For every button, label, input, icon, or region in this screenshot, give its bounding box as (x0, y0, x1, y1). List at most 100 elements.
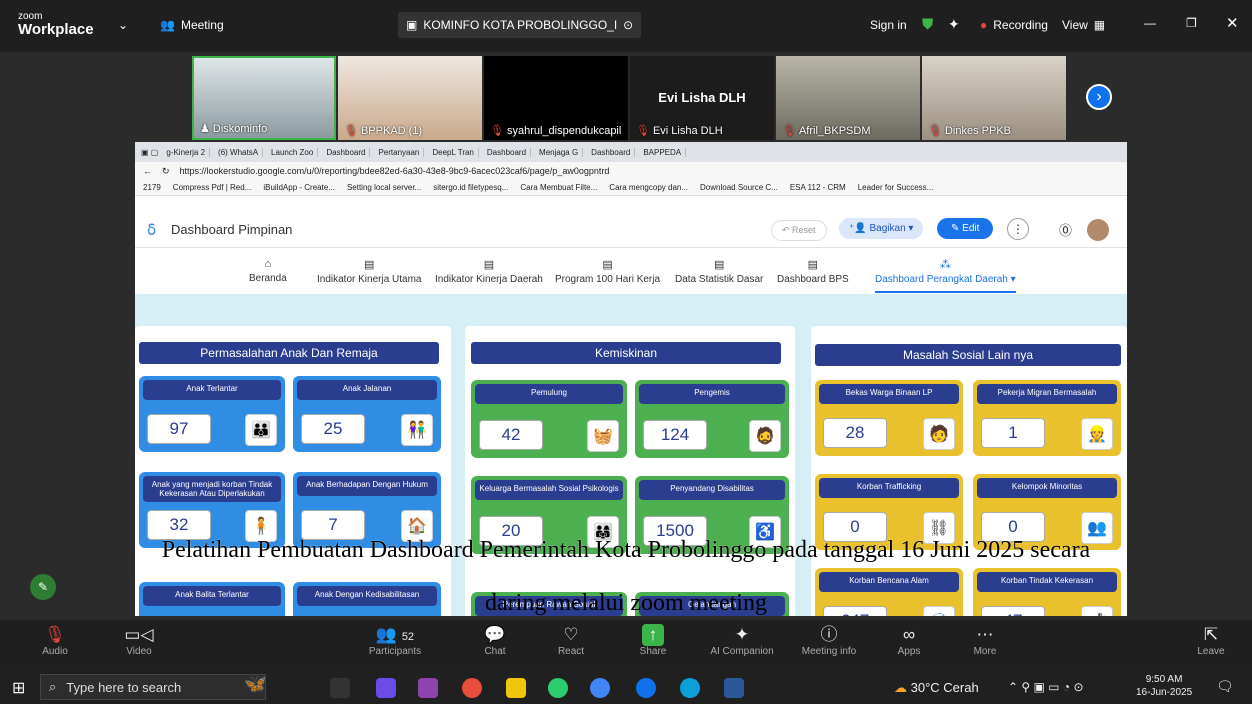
bookmark[interactable]: Setting local server... (347, 183, 421, 192)
leave-button[interactable]: ⇱ Leave (1176, 624, 1246, 657)
nav-perangkat-daerah[interactable]: ⁂ Dashboard Perangkat Daerah ▾ (875, 258, 1016, 293)
browser-tab[interactable]: DeepL Tran (428, 147, 479, 157)
stat-card[interactable]: Pemulung 42 🧺 (471, 380, 627, 458)
audio-button[interactable]: 🎙 Audio (20, 624, 90, 657)
stat-card[interactable]: Pekerja Migran Bermasalah 1 👷 (973, 380, 1121, 456)
zoom-app-icon[interactable] (636, 678, 656, 698)
more-button[interactable]: ⋯ More (950, 624, 1020, 657)
more-icon: ⋯ (976, 625, 994, 644)
stat-card[interactable]: Pengemis 124 🧔 (635, 380, 789, 458)
edit-button[interactable]: ✎ Edit (937, 218, 994, 239)
apps-button[interactable]: ∞ Apps (874, 624, 944, 657)
meeting-info-button[interactable]: ⓘ Meeting info (794, 624, 864, 657)
react-button[interactable]: ♡ React (536, 624, 606, 657)
stat-card[interactable]: Anak Jalanan 25 👫 (293, 376, 441, 452)
stat-card[interactable]: Bekas Warga Binaan LP 28 🧑 (815, 380, 963, 456)
chrome-icon[interactable] (548, 678, 568, 698)
tray-icons[interactable]: ⌃ ⚲ ▣ ▭ ◔ ⊙ (1008, 680, 1084, 694)
chrome-icon[interactable] (590, 678, 610, 698)
shield-icon[interactable]: ⛊ (922, 16, 933, 33)
browser-tab[interactable]: BAPPEDA (639, 147, 687, 157)
chevron-down-icon[interactable]: ⌄ (118, 18, 128, 32)
search-input[interactable]: ⌕ Type here to search (40, 674, 266, 700)
recording-indicator[interactable]: ● Recording (980, 18, 1048, 32)
bookmark[interactable]: Compress Pdf | Red... (173, 183, 252, 192)
video-button[interactable]: ▭◁ Video (104, 624, 174, 657)
reload-icon[interactable]: ↻ (162, 166, 170, 177)
bookmark[interactable]: ESA 112 - CRM (790, 183, 846, 192)
participants-button[interactable]: 👥 52 Participants (360, 624, 430, 657)
share-screen-button[interactable]: ↑ Share (618, 624, 688, 657)
ai-sparkle-icon: ✦ (734, 625, 750, 644)
share-title-pill[interactable]: ▣ KOMINFO KOTA PROBOLINGGO_I ⊙ (398, 12, 642, 38)
stat-card[interactable]: Anak Terlantar 97 👪 (139, 376, 285, 452)
folder-icon[interactable] (506, 678, 526, 698)
app-icon[interactable] (376, 678, 396, 698)
maximize-icon[interactable]: ❐ (1186, 16, 1197, 30)
meeting-menu[interactable]: 👥 Meeting (160, 18, 224, 32)
task-view-icon[interactable] (330, 678, 350, 698)
windows-start-icon[interactable]: ⊞ (12, 678, 25, 698)
share-button[interactable]: ⁺👤 Bagikan ▾ (839, 218, 924, 239)
view-button[interactable]: View ▦ (1062, 18, 1105, 32)
reset-button[interactable]: ↶ Reset (771, 220, 827, 241)
bookmark[interactable]: iBuildApp - Create... (263, 183, 335, 192)
participant-tile[interactable]: 🎙 Dinkes PPKB (922, 56, 1066, 140)
chat-button[interactable]: 💬 Chat (460, 624, 530, 657)
close-icon[interactable]: ✕ (1226, 14, 1239, 32)
mic-muted-icon: 🎙 (44, 625, 66, 644)
bookmark[interactable]: Cara Membuat Filte... (520, 183, 597, 192)
minimize-icon[interactable]: — (1144, 16, 1156, 30)
nav-program-100[interactable]: ▤ Program 100 Hari Kerja (555, 258, 660, 285)
word-icon[interactable] (724, 678, 744, 698)
browser-tab[interactable]: Dashboard (587, 147, 636, 157)
app-icon[interactable] (418, 678, 438, 698)
bookmark[interactable]: Download Source C... (700, 183, 778, 192)
browser-tab[interactable]: g-Kinerja 2 (162, 147, 211, 157)
loading-icon: ⁂ (939, 259, 951, 271)
avatar[interactable] (1087, 219, 1109, 241)
more-options-icon[interactable]: ⊙ (623, 18, 633, 32)
browser-tab[interactable]: Dashboard (483, 147, 532, 157)
participant-name: 🎙 Afril_BKPSDM (782, 124, 871, 138)
sign-in-button[interactable]: Sign in (870, 18, 907, 32)
ai-companion-button[interactable]: ✦ AI Companion (700, 624, 784, 657)
help-icon[interactable]: ⓪ (1059, 220, 1072, 239)
notification-icon[interactable]: 🗨 (1216, 678, 1234, 695)
browser-tab[interactable]: (6) WhatsA (214, 147, 264, 157)
bookmark[interactable]: 2179 (143, 183, 161, 192)
bookmark[interactable]: Leader for Success... (858, 183, 934, 192)
weather-icon: ☁ (894, 680, 907, 695)
nav-iku[interactable]: ▤ Indikator Kinerja Utama (317, 258, 422, 285)
nav-ikd[interactable]: ▤ Indikator Kinerja Daerah (435, 258, 543, 285)
app-icon[interactable] (462, 678, 482, 698)
weather-status[interactable]: ☁ 30°C Cerah (894, 680, 979, 696)
participant-tile[interactable]: 🎙 Afril_BKPSDM (776, 56, 920, 140)
bookmark[interactable]: sitergo.id filetypesq... (433, 183, 508, 192)
caption-line-2: daring melalui zoom meeting (485, 590, 767, 616)
next-page-icon[interactable]: › (1086, 84, 1112, 110)
butterfly-icon: 🦋 (244, 674, 267, 694)
participant-tile[interactable]: 🎙 BPPKAD (1) (338, 56, 482, 140)
sparkle-icon[interactable]: ✦ (948, 16, 960, 33)
clock[interactable]: 9:50 AM 16-Jun-2025 (1136, 673, 1192, 699)
browser-tab[interactable]: Pertanyaan (374, 147, 425, 157)
url-text[interactable]: https://lookerstudio.google.com/u/0/repo… (180, 166, 610, 176)
bookmark[interactable]: Cara mengcopy dan... (609, 183, 688, 192)
participant-tile[interactable]: Evi Lisha DLH 🎙 Evi Lisha DLH (630, 56, 774, 140)
nav-beranda[interactable]: ⌂ Beranda (249, 258, 287, 284)
back-icon[interactable]: ← (143, 166, 152, 176)
edge-icon[interactable] (680, 678, 700, 698)
participant-name: ♟ Diskominfo (200, 122, 268, 136)
browser-tab[interactable]: Dashboard (322, 147, 371, 157)
address-bar[interactable]: ← ↻ https://lookerstudio.google.com/u/0/… (135, 162, 1127, 180)
browser-tab[interactable]: Menjaga G (535, 147, 584, 157)
panel-title: Kemiskinan (471, 342, 781, 364)
nav-bps[interactable]: ▤ Dashboard BPS (777, 258, 849, 285)
participant-tile[interactable]: 🎙 syahrul_dispendukcapil (484, 56, 628, 140)
more-vert-icon[interactable]: ⋮ (1007, 218, 1029, 240)
browser-tab[interactable]: Launch Zoo (267, 147, 319, 157)
nav-statistik[interactable]: ▤ Data Statistik Dasar (675, 258, 763, 285)
participant-tile[interactable]: ♟ Diskominfo (192, 56, 336, 140)
annotate-pencil-icon[interactable]: ✎ (30, 574, 56, 600)
